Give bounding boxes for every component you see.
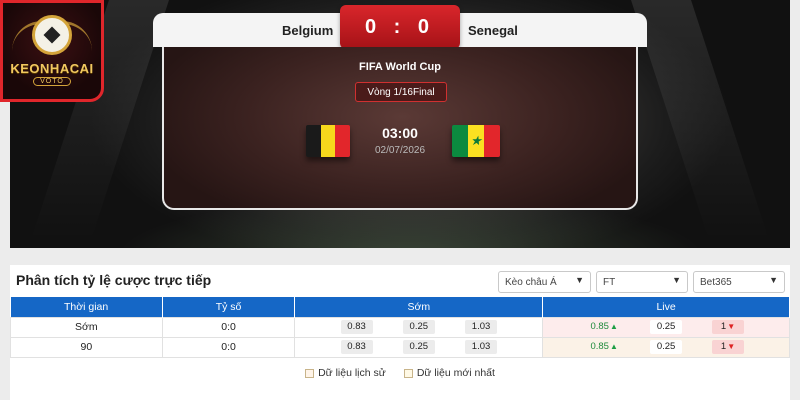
- odds-value: 0.83: [340, 320, 373, 334]
- history-swatch-icon: [305, 368, 315, 378]
- legend-history[interactable]: Dữ liệu lịch sử: [305, 367, 386, 379]
- row-score: 0:0: [161, 316, 296, 338]
- senegal-flag-icon: ★: [452, 125, 500, 157]
- col-header-live: Live: [542, 297, 790, 317]
- bookmaker-select[interactable]: Bet365 ▼: [693, 271, 785, 293]
- legend-history-label: Dữ liệu lịch sử: [318, 367, 386, 379]
- legend-latest-label: Dữ liệu mới nhất: [416, 367, 495, 379]
- col-header-time: Thời gian: [10, 297, 163, 317]
- odds-value: 0.25: [650, 340, 683, 354]
- odds-value: 1.03: [465, 320, 498, 334]
- arrow-down-icon: ▼: [727, 342, 736, 351]
- row-early-odds: 0.83 0.25 1.03: [294, 336, 544, 358]
- soccer-ball-icon: [32, 15, 72, 55]
- table-row[interactable]: 90 0:0 0.83 0.25 1.03 0.85▲ 0.25 1▼: [10, 336, 790, 358]
- odds-value-up: 0.85▲: [590, 341, 618, 352]
- period-value: FT: [603, 276, 616, 288]
- odds-value: 0.25: [402, 320, 435, 334]
- odds-type-select[interactable]: Kèo châu Á ▼: [498, 271, 591, 293]
- chevron-down-icon: ▼: [672, 275, 681, 285]
- match-time: 03:00: [382, 125, 418, 141]
- row-time: 90: [10, 336, 163, 358]
- match-card: FIFA World Cup Vòng 1/16Final 03:00 02/0…: [162, 47, 638, 210]
- data-legend: Dữ liệu lịch sử Dữ liệu mới nhất: [10, 367, 790, 379]
- home-team-name[interactable]: Belgium: [282, 23, 333, 38]
- table-row[interactable]: Sớm 0:0 0.83 0.25 1.03 0.85▲ 0.25 1▼: [10, 316, 790, 338]
- odds-value: 0.25: [650, 320, 683, 334]
- period-select[interactable]: FT ▼: [596, 271, 688, 293]
- arrow-down-icon: ▼: [727, 322, 736, 331]
- odds-value: 0.83: [340, 340, 373, 354]
- odds-section-title: Phân tích tỷ lệ cược trực tiếp: [16, 272, 212, 288]
- arrow-up-icon: ▲: [609, 322, 618, 331]
- page: KEONHACAI VOTO Belgium Senegal 0 : 0 FIF…: [0, 0, 800, 400]
- logo-brand-text: KEONHACAI: [10, 61, 94, 76]
- competition-name: FIFA World Cup: [359, 61, 441, 73]
- round-badge: Vòng 1/16Final: [355, 82, 447, 102]
- odds-value-down: 1▼: [712, 320, 745, 334]
- odds-value-up: 0.85▲: [590, 321, 618, 332]
- odds-table: Thời gian Tỷ số Sớm Live Sớm 0:0 0.83 0.…: [10, 297, 790, 358]
- odds-value: 1.03: [465, 340, 498, 354]
- bookmaker-value: Bet365: [700, 276, 732, 288]
- odds-value-down: 1▼: [712, 340, 745, 354]
- col-header-early: Sớm: [294, 297, 544, 317]
- row-time: Sớm: [10, 316, 163, 338]
- chevron-down-icon: ▼: [769, 275, 778, 285]
- row-early-odds: 0.83 0.25 1.03: [294, 316, 544, 338]
- legend-latest[interactable]: Dữ liệu mới nhất: [403, 367, 495, 379]
- row-live-odds: 0.85▲ 0.25 1▼: [542, 316, 790, 338]
- odds-value: 0.25: [402, 340, 435, 354]
- match-date: 02/07/2026: [374, 145, 426, 156]
- match-score: 0 : 0: [340, 5, 460, 49]
- star-icon: ★: [470, 132, 482, 148]
- arrow-up-icon: ▲: [609, 342, 618, 351]
- logo-sub-text: VOTO: [33, 77, 71, 86]
- odds-type-value: Kèo châu Á: [505, 276, 557, 288]
- live-odds-panel: Phân tích tỷ lệ cược trực tiếp Kèo châu …: [10, 265, 790, 400]
- latest-swatch-icon: [403, 368, 413, 378]
- chevron-down-icon: ▼: [575, 275, 584, 285]
- table-header-row: Thời gian Tỷ số Sớm Live: [10, 297, 790, 317]
- away-team-name[interactable]: Senegal: [468, 23, 518, 38]
- row-score: 0:0: [161, 336, 296, 358]
- row-live-odds: 0.85▲ 0.25 1▼: [542, 336, 790, 358]
- col-header-score: Tỷ số: [162, 297, 296, 317]
- site-logo[interactable]: KEONHACAI VOTO: [0, 0, 104, 102]
